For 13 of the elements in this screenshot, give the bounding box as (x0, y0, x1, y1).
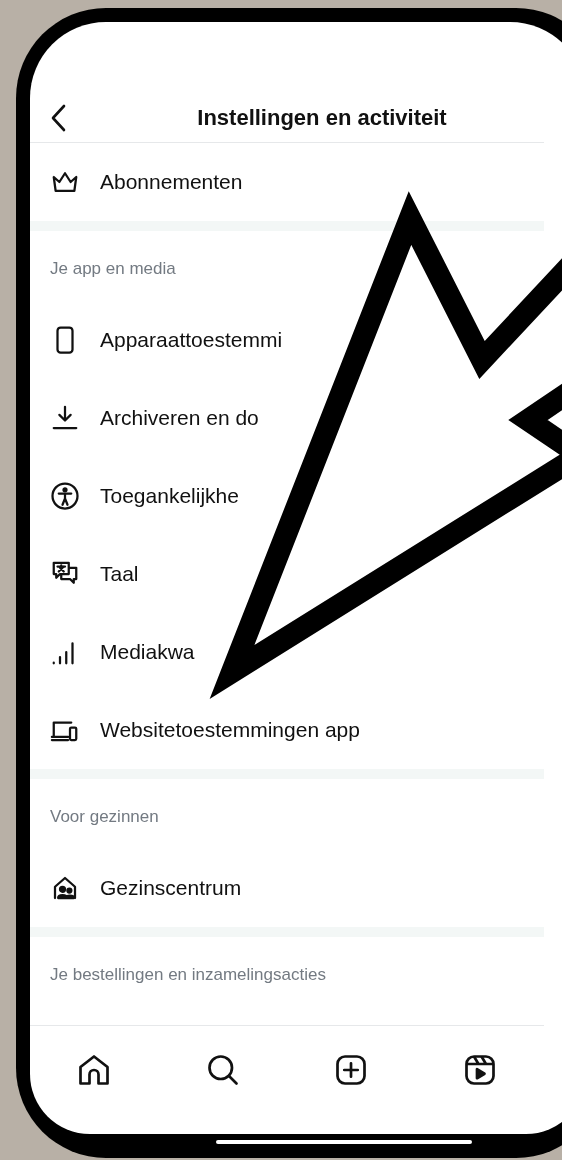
screen-title: Instellingen en activiteit (196, 105, 448, 131)
section-heading: Voor gezinnen (49, 806, 160, 828)
settings-item[interactable]: Apparaattoestemmi (100, 328, 283, 352)
settings-item[interactable]: Archiveren en do (100, 406, 259, 430)
settings-item[interactable]: Websitetoestemmingen app (100, 718, 360, 742)
accessibility-icon (50, 481, 80, 511)
section-heading: Je bestellingen en inzamelingsacties (49, 964, 327, 986)
settings-item[interactable]: Abonnementen (100, 170, 243, 194)
settings-item[interactable]: Toegankelijkhe (100, 484, 239, 508)
settings-item[interactable]: Taal (100, 562, 139, 586)
section-heading: Je app en media (49, 258, 177, 280)
settings-item[interactable]: Mediakwa (100, 640, 195, 664)
settings-item[interactable]: Gezinscentrum (100, 876, 242, 900)
